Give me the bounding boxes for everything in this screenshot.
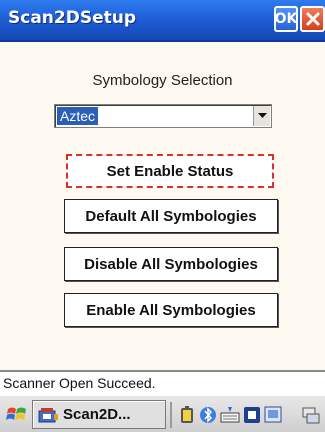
status-text: Scanner Open Succeed. bbox=[3, 375, 156, 391]
main-panel: Symbology Selection Aztec Set Enable Sta… bbox=[0, 42, 325, 370]
disable-all-symbologies-button[interactable]: Disable All Symbologies bbox=[64, 247, 278, 281]
network-icon[interactable] bbox=[263, 405, 283, 425]
symbology-selected-value: Aztec bbox=[57, 107, 99, 125]
ok-button[interactable]: OK bbox=[274, 6, 298, 32]
scan2dsetup-window: Scan2DSetup OK Symbology Selection Aztec… bbox=[0, 0, 325, 432]
keyboard-icon[interactable] bbox=[220, 405, 240, 425]
bluetooth-icon[interactable] bbox=[198, 405, 218, 425]
taskbar-button-label: Scan2D... bbox=[63, 406, 131, 423]
set-enable-status-button[interactable]: Set Enable Status bbox=[66, 154, 274, 188]
chevron-down-icon bbox=[257, 113, 267, 118]
connection-icon[interactable] bbox=[300, 405, 320, 425]
window-title: Scan2DSetup bbox=[8, 8, 137, 28]
start-icon[interactable] bbox=[6, 404, 28, 426]
close-icon bbox=[306, 12, 319, 26]
input-panel-icon[interactable] bbox=[242, 405, 262, 425]
close-button[interactable] bbox=[300, 6, 325, 32]
status-bar: Scanner Open Succeed. bbox=[0, 370, 325, 395]
title-bar: Scan2DSetup OK bbox=[0, 0, 325, 42]
dropdown-arrow-button[interactable] bbox=[253, 106, 270, 126]
battery-icon[interactable] bbox=[177, 405, 197, 425]
enable-all-symbologies-button[interactable]: Enable All Symbologies bbox=[64, 293, 278, 327]
symbology-label: Symbology Selection bbox=[92, 72, 233, 89]
app-icon bbox=[38, 407, 58, 422]
symbology-dropdown[interactable]: Aztec bbox=[54, 104, 272, 128]
tray-separator bbox=[170, 402, 172, 428]
default-all-symbologies-button[interactable]: Default All Symbologies bbox=[64, 199, 278, 233]
taskbar: Scan2D... bbox=[0, 395, 325, 432]
taskbar-button-scan2d[interactable]: Scan2D... bbox=[32, 400, 166, 429]
